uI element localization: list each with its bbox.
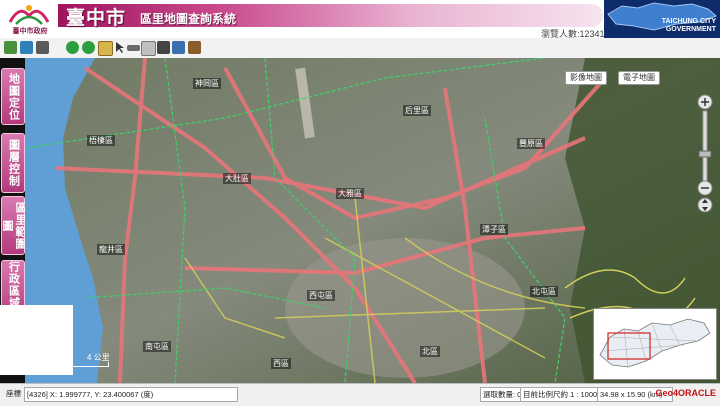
place-label: 后里區 bbox=[403, 105, 431, 116]
logo-text: 臺中市政府 bbox=[12, 26, 48, 35]
map-canvas[interactable]: 神岡區 梧棲區 大肚區 大雅區 后里區 豐原區 潭子區 龍井區 西屯區 北屯區 … bbox=[25, 58, 720, 383]
overview-map[interactable] bbox=[593, 308, 717, 380]
gov-brand-line2: GOVERNMENT bbox=[665, 26, 716, 33]
satellite-map-toggle[interactable]: 影像地圖 bbox=[565, 71, 607, 85]
zoom-slider-handle[interactable] bbox=[698, 150, 712, 158]
geo4oracle-brand: Geo4ORACLE bbox=[655, 388, 716, 398]
system-title: 區里地圖查詢系統 bbox=[140, 12, 237, 26]
place-label: 北屯區 bbox=[530, 286, 558, 297]
zoom-out-icon[interactable] bbox=[697, 180, 713, 196]
print-icon[interactable] bbox=[157, 41, 170, 54]
taichung-city-logo[interactable]: 臺中市政府 bbox=[2, 0, 56, 38]
status-bar: 座標 [4326] X: 1.999777, Y: 23.400067 (度) … bbox=[0, 383, 720, 406]
coordinate-label: 座標 bbox=[6, 389, 21, 398]
city-name: 臺中市 bbox=[66, 7, 127, 29]
save-icon[interactable] bbox=[172, 41, 185, 54]
zoom-slider-track[interactable] bbox=[702, 110, 708, 182]
place-label: 神岡區 bbox=[193, 78, 221, 89]
tab-label: 地圖定位 bbox=[7, 72, 20, 121]
place-label: 西區 bbox=[271, 358, 291, 369]
map-toolbar bbox=[0, 38, 720, 59]
pan-arrows-icon[interactable] bbox=[697, 197, 713, 213]
select-arrow-icon[interactable] bbox=[113, 41, 126, 54]
place-label: 龍井區 bbox=[97, 244, 125, 255]
tab-map-locate[interactable]: 地圖定位 bbox=[1, 68, 25, 125]
tab-label: 區里範圍圖 bbox=[1, 201, 26, 250]
tab-label: 圖層控制 bbox=[7, 139, 20, 187]
pan-left-icon[interactable] bbox=[36, 41, 49, 54]
scale-bar-label: 4 公里 bbox=[87, 353, 110, 362]
zoom-to-icon[interactable] bbox=[20, 41, 33, 54]
place-label: 潭子區 bbox=[480, 224, 508, 235]
full-extent-icon[interactable] bbox=[4, 41, 17, 54]
place-label: 豐原區 bbox=[517, 138, 545, 149]
place-label: 西屯區 bbox=[307, 290, 335, 301]
map-navigation-control bbox=[696, 93, 714, 213]
place-label: 大雅區 bbox=[336, 188, 364, 199]
place-label: 大肚區 bbox=[223, 173, 251, 184]
government-emblem: TAICHUNG CITY GOVERNMENT bbox=[604, 0, 720, 38]
place-label: 北區 bbox=[420, 346, 440, 357]
zoom-out-icon[interactable] bbox=[82, 41, 95, 54]
sidebar-blank-panel bbox=[0, 305, 73, 375]
zoom-in-icon[interactable] bbox=[66, 41, 79, 54]
electronic-map-toggle[interactable]: 電子地圖 bbox=[618, 71, 660, 85]
measure-icon[interactable] bbox=[127, 45, 140, 51]
tab-layer-control[interactable]: 圖層控制 bbox=[1, 133, 25, 193]
place-label: 南屯區 bbox=[143, 341, 171, 352]
logo-mark-icon bbox=[8, 5, 50, 25]
pan-hand-icon[interactable] bbox=[98, 41, 113, 56]
gov-brand-line1: TAICHUNG CITY bbox=[661, 18, 716, 25]
clear-icon[interactable] bbox=[141, 41, 156, 56]
zoom-in-icon[interactable] bbox=[697, 94, 713, 110]
header: 臺中市政府 臺中市 區里地圖查詢系統 瀏覽人數:1234106 TAICHUNG… bbox=[0, 0, 720, 39]
identify-icon[interactable] bbox=[188, 41, 201, 54]
coordinate-readout: [4326] X: 1.999777, Y: 23.400067 (度) bbox=[24, 387, 238, 402]
place-label: 梧棲區 bbox=[87, 135, 115, 146]
tab-village-boundary[interactable]: 區里範圍圖 bbox=[1, 196, 26, 255]
